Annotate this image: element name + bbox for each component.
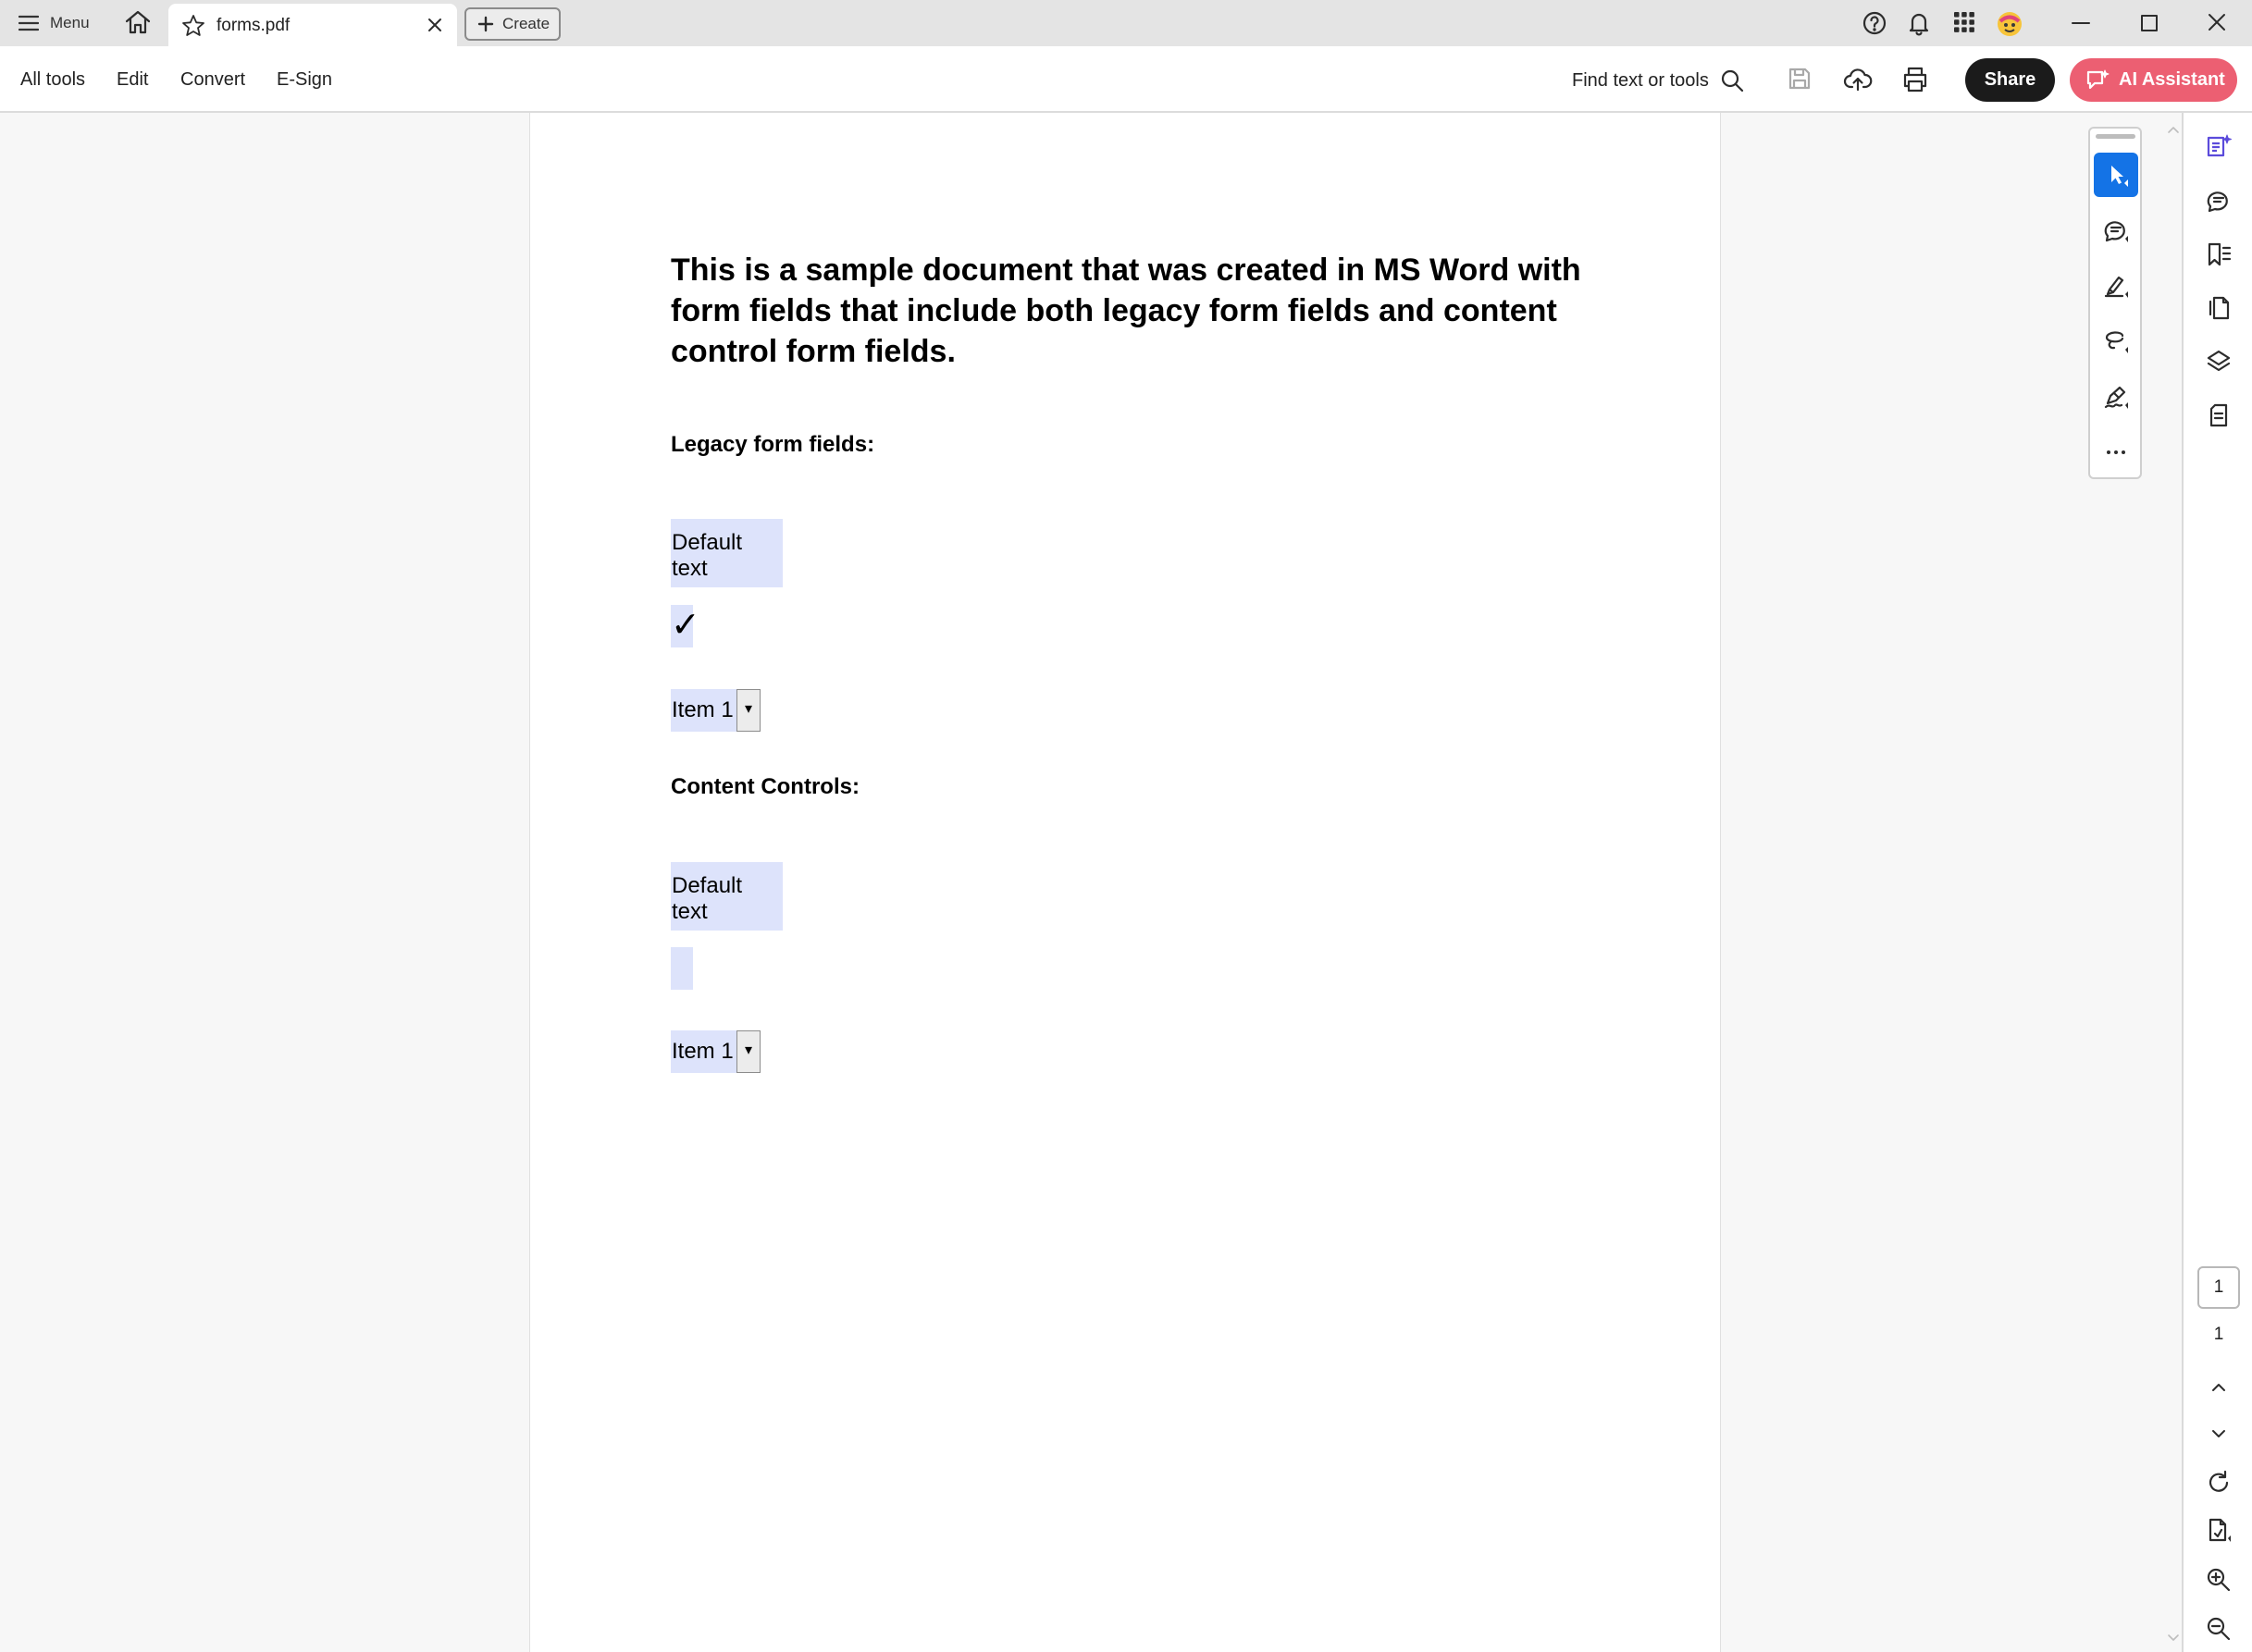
content-control-dropdown[interactable]: Item 1 ▾ (671, 1030, 761, 1073)
find-text-or-tools[interactable]: Find text or tools (1572, 68, 1744, 93)
tab-title: forms.pdf (217, 16, 291, 35)
nav-edit[interactable]: Edit (117, 69, 148, 91)
dropdown-arrow-icon[interactable]: ▾ (736, 689, 761, 732)
maximize-icon[interactable] (2130, 7, 2167, 39)
total-pages: 1 (2213, 1325, 2224, 1344)
select-tool[interactable] (2094, 153, 2138, 197)
legacy-dropdown-value: Item 1 (671, 689, 736, 732)
close-window-icon[interactable] (2198, 7, 2235, 39)
main-toolbar: All tools Edit Convert E-Sign Find text … (0, 46, 2252, 113)
cursor-arrow-icon (2102, 161, 2130, 189)
zoom-in-icon[interactable] (2205, 1566, 2233, 1594)
quick-tools-drag-handle[interactable] (2096, 134, 2135, 139)
upload-cloud-icon[interactable] (1843, 65, 1875, 96)
ai-assistant-icon (2085, 68, 2110, 93)
zoom-out-icon[interactable] (2205, 1615, 2233, 1643)
star-icon[interactable] (181, 14, 205, 38)
save-icon[interactable] (1786, 65, 1817, 96)
document-tab[interactable]: forms.pdf (168, 4, 457, 46)
home-icon[interactable] (124, 9, 154, 37)
find-label: Find text or tools (1572, 69, 1709, 91)
content-controls-section-title: Content Controls: (671, 774, 860, 799)
checkmark-icon: ✓ (671, 606, 700, 645)
menu-button[interactable]: Menu (19, 9, 90, 37)
legacy-section-title: Legacy form fields: (671, 432, 875, 457)
close-tab-icon[interactable] (426, 16, 444, 34)
print-icon[interactable] (1900, 65, 1932, 96)
hamburger-icon (19, 15, 39, 31)
rotate-icon[interactable] (2205, 1469, 2233, 1497)
share-button[interactable]: Share (1965, 58, 2055, 102)
document-viewer[interactable]: This is a sample document that was creat… (0, 113, 2165, 1652)
scroll-down-icon[interactable] (2166, 1633, 2181, 1644)
nav-e-sign[interactable]: E-Sign (277, 69, 332, 91)
ai-assistant-button[interactable]: AI Assistant (2070, 58, 2237, 102)
more-tools-icon[interactable] (2094, 430, 2138, 475)
bookmarks-icon[interactable] (2205, 240, 2233, 268)
title-bar: Menu forms.pdf Create (0, 0, 2252, 46)
menu-label: Menu (50, 14, 90, 31)
nav-all-tools[interactable]: All tools (20, 69, 85, 91)
avatar[interactable] (1996, 10, 2023, 38)
quick-tools-bar (2088, 127, 2142, 479)
comments-panel-icon[interactable] (2205, 187, 2233, 215)
minimize-icon[interactable] (2062, 7, 2099, 39)
content-control-dropdown-value: Item 1 (671, 1030, 736, 1073)
page-thumbnails-icon[interactable] (2205, 294, 2233, 322)
search-icon (1720, 68, 1744, 92)
scroll-up-icon[interactable] (2166, 124, 2181, 135)
create-label: Create (502, 15, 551, 32)
help-icon[interactable] (1862, 10, 1889, 38)
current-page-input[interactable]: 1 (2197, 1266, 2240, 1309)
draw-tool[interactable] (2094, 319, 2138, 364)
apps-grid-icon[interactable] (1952, 10, 1980, 38)
right-side-panel: 1 1 (2182, 113, 2252, 1652)
legacy-text-value: Default text (672, 530, 743, 581)
legacy-dropdown[interactable]: Item 1 ▾ (671, 689, 761, 732)
next-page-icon[interactable] (2205, 1420, 2233, 1448)
vertical-scrollbar[interactable] (2165, 113, 2182, 1652)
nav-convert[interactable]: Convert (180, 69, 245, 91)
plus-icon (477, 16, 494, 32)
create-button[interactable]: Create (464, 7, 561, 41)
legacy-text-field[interactable]: Default text (671, 519, 783, 587)
page-display-icon[interactable] (2205, 1516, 2233, 1544)
ai-assistant-label: AI Assistant (2119, 69, 2225, 90)
content-control-text-field[interactable]: Default text (671, 862, 783, 931)
layers-icon[interactable] (2205, 348, 2233, 376)
dropdown-arrow-icon[interactable]: ▾ (736, 1030, 761, 1073)
bell-icon[interactable] (1906, 10, 1934, 38)
pdf-page: This is a sample document that was creat… (529, 113, 1721, 1652)
comment-tool[interactable] (2094, 208, 2138, 253)
attachments-icon[interactable] (2205, 401, 2233, 429)
highlight-tool[interactable] (2094, 264, 2138, 308)
previous-page-icon[interactable] (2205, 1374, 2233, 1401)
document-heading: This is a sample document that was creat… (671, 253, 1581, 369)
content-control-text-value: Default text (672, 873, 743, 924)
content-control-checkbox[interactable] (671, 947, 693, 990)
legacy-checkbox[interactable]: ✓ (671, 605, 700, 647)
ai-generative-summary-icon[interactable] (2205, 132, 2233, 160)
sign-tool[interactable] (2094, 375, 2138, 419)
